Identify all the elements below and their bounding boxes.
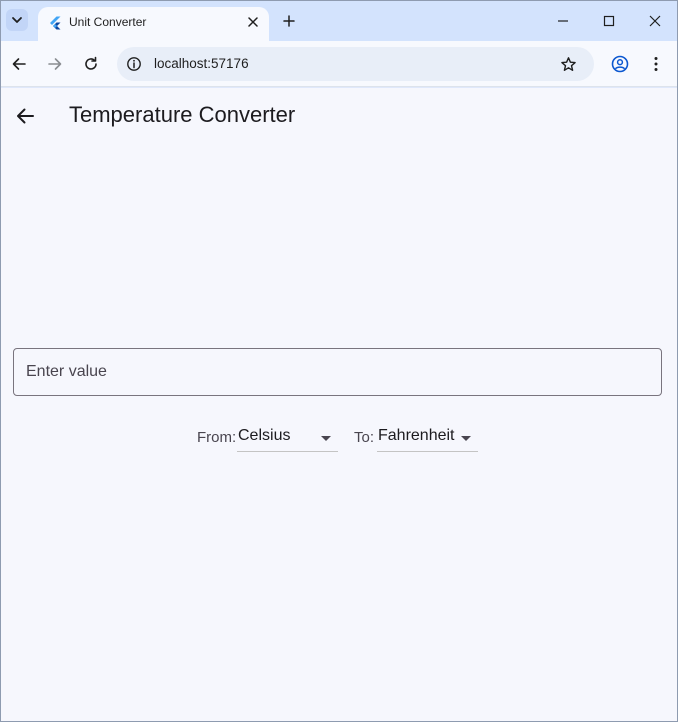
- close-window-button[interactable]: [643, 9, 667, 33]
- from-unit-value: Celsius: [238, 427, 291, 444]
- kebab-menu-icon: [654, 57, 658, 71]
- arrow-left-icon: [17, 108, 34, 124]
- new-tab-button[interactable]: [278, 10, 300, 32]
- plus-icon: [283, 15, 295, 27]
- browser-window: Unit Converter localhost:57176 Temperatu…: [0, 0, 678, 722]
- minimize-icon: [558, 20, 568, 22]
- info-icon: [127, 57, 141, 71]
- bookmark-button[interactable]: [559, 55, 577, 73]
- close-icon: [248, 17, 258, 27]
- caret-down-icon: [460, 432, 472, 444]
- arrow-left-icon: [12, 58, 26, 70]
- star-icon: [560, 56, 576, 71]
- tab-title: Unit Converter: [69, 15, 147, 29]
- tab-unit-converter[interactable]: Unit Converter: [38, 7, 269, 41]
- arrow-right-icon: [48, 58, 62, 70]
- from-label: From:: [197, 429, 237, 446]
- app-back-button[interactable]: [12, 103, 38, 129]
- back-button[interactable]: [7, 52, 31, 76]
- page-title: Temperature Converter: [69, 102, 296, 127]
- profile-button[interactable]: [608, 52, 632, 76]
- unit-selector-row: From: Celsius To: Fahrenheit: [1, 426, 677, 454]
- from-unit-dropdown[interactable]: Celsius: [237, 426, 338, 452]
- value-field[interactable]: [13, 348, 662, 396]
- reload-icon: [85, 56, 97, 70]
- chevron-down-icon: [12, 17, 22, 23]
- value-input[interactable]: [14, 349, 661, 395]
- browser-toolbar: localhost:57176: [1, 41, 677, 87]
- profile-icon: [611, 55, 629, 73]
- reload-button[interactable]: [79, 52, 103, 76]
- caret-down-icon: [320, 432, 332, 444]
- tab-search-button[interactable]: [6, 9, 28, 31]
- url-text: localhost:57176: [154, 56, 249, 71]
- to-label: To:: [354, 429, 375, 446]
- flutter-logo-icon: [50, 16, 61, 30]
- tab-strip: Unit Converter: [1, 1, 677, 41]
- site-info-button[interactable]: [125, 55, 143, 73]
- maximize-icon: [603, 15, 615, 27]
- close-icon: [649, 15, 661, 27]
- forward-button[interactable]: [43, 52, 67, 76]
- to-unit-value: Fahrenheit: [378, 427, 455, 444]
- minimize-button[interactable]: [551, 9, 575, 33]
- app-viewport: Temperature Converter From: Celsius To: …: [1, 88, 677, 721]
- to-unit-dropdown[interactable]: Fahrenheit: [377, 426, 478, 452]
- maximize-button[interactable]: [597, 9, 621, 33]
- address-bar[interactable]: localhost:57176: [117, 47, 594, 81]
- browser-menu-button[interactable]: [644, 52, 668, 76]
- tab-close-button[interactable]: [245, 14, 261, 30]
